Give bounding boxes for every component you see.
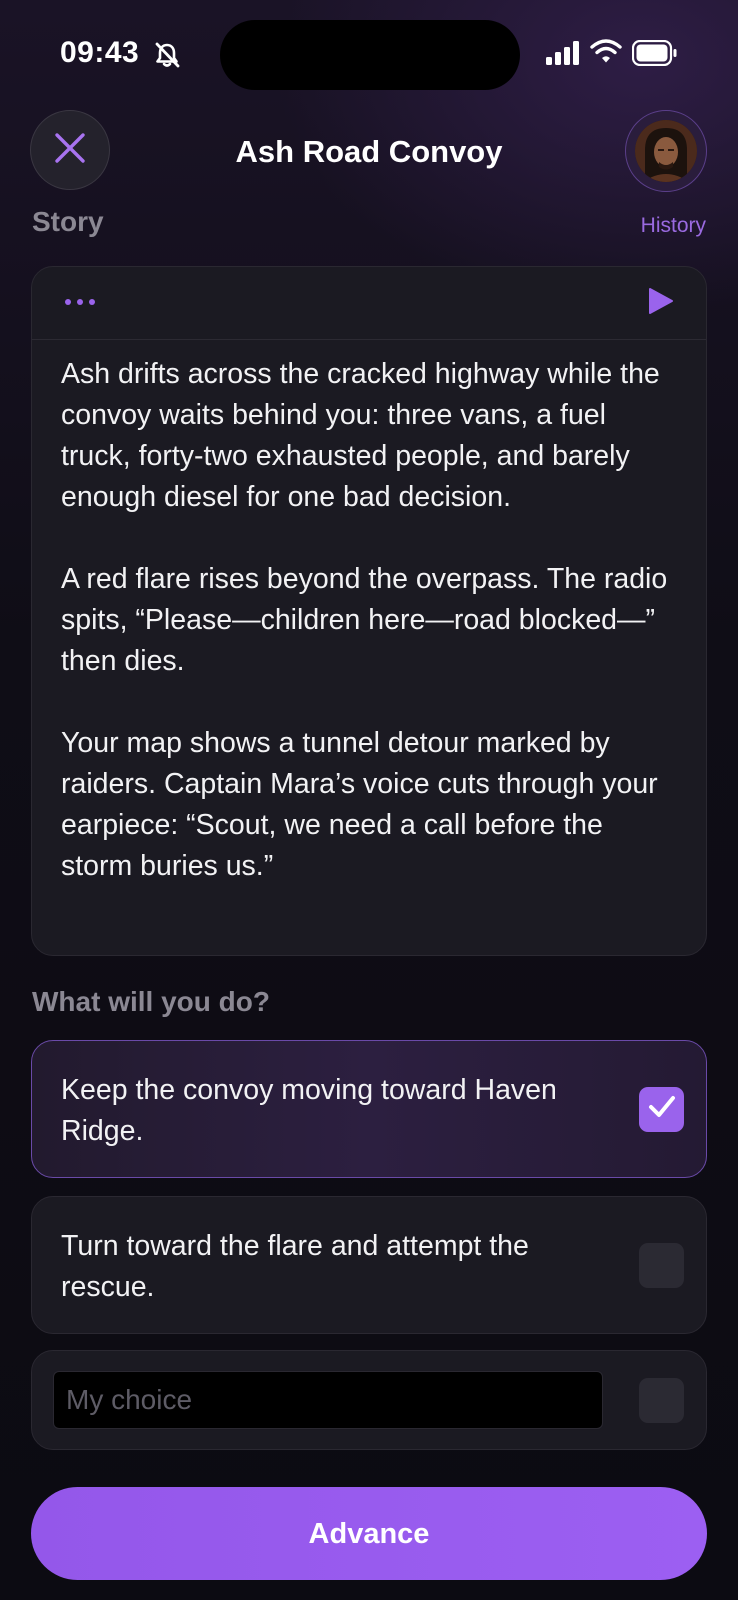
choice-checkbox[interactable] <box>639 1243 684 1288</box>
story-text: Ash drifts across the cracked highway wh… <box>32 340 706 887</box>
cellular-signal-icon <box>546 41 582 70</box>
avatar-button[interactable] <box>625 110 707 192</box>
custom-choice <box>31 1350 707 1450</box>
wifi-icon <box>590 38 622 69</box>
custom-choice-checkbox[interactable] <box>639 1378 684 1423</box>
advance-button[interactable]: Advance <box>31 1487 707 1580</box>
battery-icon <box>631 39 678 71</box>
choice-checkbox-checked[interactable] <box>639 1087 684 1132</box>
dynamic-island <box>220 20 520 90</box>
story-paragraph: Ash drifts across the cracked highway wh… <box>61 358 660 513</box>
more-dots-icon[interactable] <box>64 294 96 312</box>
history-link[interactable]: History <box>641 214 706 238</box>
checkmark-icon <box>647 1094 677 1125</box>
bell-slash-icon <box>152 40 182 70</box>
status-bar: 09:43 <box>0 0 738 110</box>
my-choice-input[interactable] <box>53 1371 603 1429</box>
choice-option-1[interactable]: Keep the convoy moving toward Haven Ridg… <box>31 1040 707 1178</box>
status-time: 09:43 <box>60 36 140 69</box>
avatar <box>635 120 697 182</box>
story-paragraph: A red flare rises beyond the overpass. T… <box>61 563 668 677</box>
story-toolbar <box>32 267 706 340</box>
play-icon[interactable] <box>648 287 674 320</box>
choice-label: Turn toward the flare and attempt the re… <box>61 1230 529 1303</box>
header: Ash Road Convoy Story History <box>0 110 738 240</box>
story-card: Ash drifts across the cracked highway wh… <box>31 266 707 956</box>
story-paragraph: Your map shows a tunnel detour marked by… <box>61 727 658 882</box>
story-label: Story <box>32 206 104 237</box>
choice-label: Keep the convoy moving toward Haven Ridg… <box>61 1074 557 1147</box>
choices-question: What will you do? <box>32 986 270 1017</box>
choice-option-2[interactable]: Turn toward the flare and attempt the re… <box>31 1196 707 1334</box>
